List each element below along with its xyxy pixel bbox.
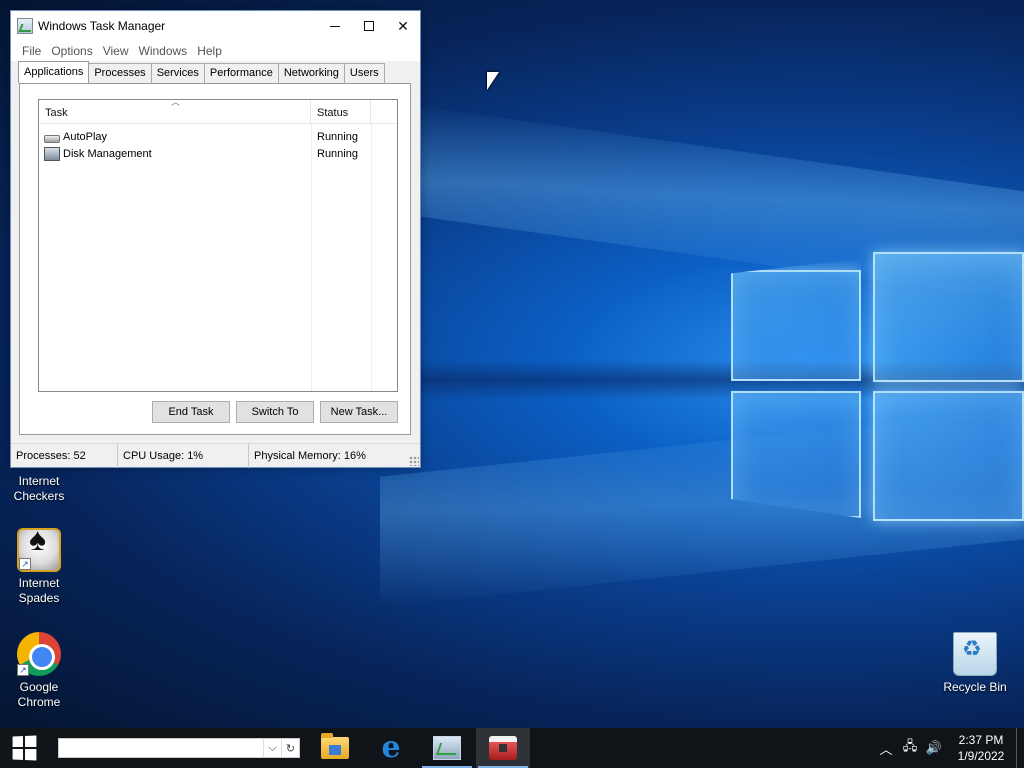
tab-applications[interactable]: Applications <box>18 61 90 83</box>
cpu-usage: CPU Usage: 1% <box>118 444 249 468</box>
clock-date: 1/9/2022 <box>957 749 1005 763</box>
taskbar-task-manager[interactable] <box>420 728 474 768</box>
desktop-icon-label: Recycle Bin <box>943 680 1007 694</box>
new-task-button[interactable]: New Task... <box>320 401 398 423</box>
taskbar-computer-management[interactable] <box>476 728 530 768</box>
column-header-task[interactable]: ︿ Task <box>39 97 311 124</box>
windows-logo-pane <box>873 252 1024 382</box>
clock[interactable]: 2:37 PM 1/9/2022 <box>946 732 1016 764</box>
volume-icon[interactable]: 🔊 <box>922 740 946 756</box>
minimize-button[interactable] <box>318 11 352 41</box>
task-name: Disk Management <box>63 147 152 160</box>
tab-performance[interactable]: Performance <box>203 63 279 83</box>
maximize-button[interactable] <box>352 11 386 41</box>
start-button[interactable] <box>0 728 48 768</box>
menu-options[interactable]: Options <box>46 44 97 58</box>
desktop-icon-internet-spades[interactable]: ↗ InternetSpades <box>0 528 79 606</box>
disk-management-icon <box>44 146 60 161</box>
tab-users[interactable]: Users <box>343 63 385 83</box>
sort-ascending-icon: ︿ <box>171 97 181 107</box>
recycle-bin-icon <box>953 632 997 676</box>
tab-processes[interactable]: Processes <box>88 63 152 83</box>
column-divider <box>311 124 312 391</box>
status-bar: Processes: 52 CPU Usage: 1% Physical Mem… <box>11 443 420 468</box>
drive-icon <box>44 134 60 143</box>
task-manager-icon <box>433 736 461 760</box>
taskbar-file-explorer[interactable] <box>308 728 362 768</box>
desktop-icon-label: Google Chrome <box>17 680 61 709</box>
list-item[interactable]: Disk Management Running <box>39 145 397 162</box>
toolbox-icon <box>489 736 517 760</box>
clock-time: 2:37 PM <box>958 733 1004 747</box>
window-title: Windows Task Manager <box>38 19 166 33</box>
taskbar: ⌵ ↻ e ︿ 🖧 🔊 2:37 PM 1/9/2022 <box>0 728 1024 768</box>
desktop-icon-label: Internet Checkers <box>13 474 65 503</box>
search-input[interactable] <box>59 739 263 757</box>
applications-panel: ︿ Task Status AutoPlay Running Disk Mana… <box>19 83 411 435</box>
tab-strip: Applications Processes Services Performa… <box>18 61 385 83</box>
tab-services[interactable]: Services <box>150 63 205 83</box>
minimize-icon <box>330 25 340 27</box>
file-explorer-icon <box>321 733 349 759</box>
desktop-icon-recycle-bin[interactable]: Recycle Bin <box>935 632 1015 695</box>
physical-memory: Physical Memory: 16% <box>254 450 366 462</box>
menu-bar: File Options View Windows Help <box>11 41 420 61</box>
list-header: ︿ Task Status <box>39 97 397 124</box>
shortcut-arrow-icon: ↗ <box>17 664 29 676</box>
processes-count: Processes: 52 <box>11 444 118 468</box>
close-button[interactable]: ✕ <box>386 11 420 41</box>
taskbar-search: ⌵ ↻ <box>58 738 300 758</box>
menu-file[interactable]: File <box>17 44 46 58</box>
task-manager-window: Windows Task Manager ✕ File Options View… <box>10 10 421 468</box>
maximize-icon <box>364 21 374 31</box>
shortcut-arrow-icon: ↗ <box>19 558 31 570</box>
chevron-up-icon[interactable]: ︿ <box>874 739 898 758</box>
tab-networking[interactable]: Networking <box>277 63 345 83</box>
column-header-status[interactable]: Status <box>311 100 371 124</box>
edge-icon: e <box>381 730 401 765</box>
resize-grip-icon[interactable] <box>409 456 419 466</box>
refresh-icon[interactable]: ↻ <box>281 739 299 757</box>
task-name: AutoPlay <box>63 130 108 143</box>
chrome-icon: ↗ <box>17 632 61 676</box>
chevron-down-icon[interactable]: ⌵ <box>263 739 281 757</box>
task-status: Running <box>317 147 358 160</box>
title-bar[interactable]: Windows Task Manager ✕ <box>11 11 420 41</box>
menu-windows[interactable]: Windows <box>134 44 193 58</box>
close-icon: ✕ <box>397 17 409 34</box>
end-task-button[interactable]: End Task <box>152 401 230 423</box>
show-desktop-button[interactable] <box>1016 728 1024 768</box>
column-divider <box>371 124 372 391</box>
desktop-icon-google-chrome[interactable]: ↗ Google Chrome <box>0 632 79 710</box>
windows-logo-pane <box>731 391 861 518</box>
switch-to-button[interactable]: Switch To <box>236 401 314 423</box>
desktop-icon-label: Internet Spades <box>18 576 60 605</box>
windows-logo-pane <box>873 391 1024 521</box>
task-list[interactable]: ︿ Task Status AutoPlay Running Disk Mana… <box>38 97 398 392</box>
network-icon[interactable]: 🖧 <box>898 737 922 759</box>
menu-view[interactable]: View <box>98 44 134 58</box>
windows-logo-icon <box>12 735 37 761</box>
spades-icon: ↗ <box>17 528 61 572</box>
menu-help[interactable]: Help <box>192 44 227 58</box>
list-item[interactable]: AutoPlay Running <box>39 128 397 145</box>
windows-logo-pane <box>731 270 861 381</box>
taskbar-edge[interactable]: e <box>364 728 418 768</box>
system-tray: ︿ 🖧 🔊 2:37 PM 1/9/2022 <box>874 728 1024 768</box>
task-manager-icon <box>17 18 33 34</box>
task-status: Running <box>317 130 358 143</box>
desktop-icon-internet-checkers[interactable]: Internet Checkers <box>0 474 79 504</box>
